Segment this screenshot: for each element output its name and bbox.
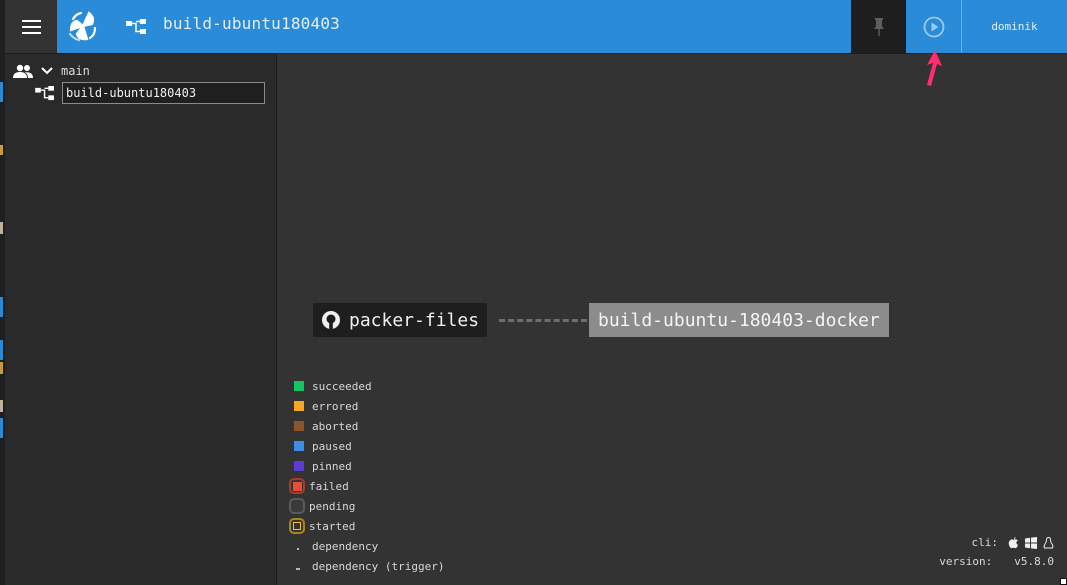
- apple-icon[interactable]: [1008, 536, 1019, 549]
- hamburger-icon: [21, 25, 41, 28]
- resource-name: packer-files: [349, 309, 480, 331]
- legend-item: errored: [292, 396, 444, 416]
- version-value: v5.8.0: [1014, 555, 1054, 568]
- pin-button[interactable]: [851, 0, 906, 53]
- legend-item: dependency (trigger): [292, 556, 444, 576]
- team-name: main: [61, 64, 90, 78]
- version-label: version:: [939, 555, 993, 568]
- user-menu[interactable]: dominik: [962, 0, 1067, 53]
- pipeline-icon: [35, 85, 54, 100]
- started-swatch: [289, 518, 305, 534]
- job-name: build-ubuntu-180403-docker: [598, 309, 880, 331]
- concourse-logo[interactable]: [65, 8, 101, 44]
- legend-item: pinned: [292, 456, 444, 476]
- paused-swatch: [294, 441, 304, 451]
- pipeline-icon: [126, 19, 146, 34]
- legend-item: pending: [289, 496, 444, 516]
- team-icon: [13, 64, 33, 78]
- succeeded-swatch: [294, 381, 304, 391]
- windows-icon[interactable]: [1025, 536, 1037, 549]
- pinned-swatch: [294, 461, 304, 471]
- pin-icon: [873, 17, 884, 36]
- chevron-down-icon[interactable]: [41, 67, 53, 75]
- legend-item: dependency: [292, 536, 444, 556]
- sidebar: main build-ubuntu180403: [5, 54, 277, 585]
- aborted-swatch: [294, 421, 304, 431]
- legend-item: paused: [292, 436, 444, 456]
- legend-item: started: [289, 516, 444, 536]
- legend-item: aborted: [292, 416, 444, 436]
- dependency-edge: [499, 319, 587, 322]
- dependency-swatch: [294, 541, 304, 551]
- sidebar-team-main[interactable]: main: [13, 62, 90, 80]
- top-bar: build-ubuntu180403 dominik: [5, 0, 1067, 54]
- footer-info: cli: version: v5.8.0: [939, 533, 1054, 571]
- pipeline-title: build-ubuntu180403: [163, 14, 340, 33]
- menu-button[interactable]: [5, 0, 57, 53]
- trigger-play-button[interactable]: [906, 0, 962, 53]
- legend: succeeded errored aborted paused pinned …: [289, 376, 444, 576]
- legend-item: succeeded: [292, 376, 444, 396]
- dependency-trigger-swatch: [294, 561, 304, 571]
- legend-item: failed: [289, 476, 444, 496]
- cli-label: cli:: [971, 536, 999, 549]
- sidebar-item-pipeline[interactable]: build-ubuntu180403: [35, 82, 265, 104]
- sidebar-pipeline-name: build-ubuntu180403: [62, 82, 265, 104]
- failed-swatch: [289, 478, 305, 494]
- errored-swatch: [294, 401, 304, 411]
- github-icon: [322, 311, 340, 329]
- play-circle-icon: [923, 16, 944, 37]
- window-resize-handle[interactable]: [1060, 578, 1067, 585]
- linux-icon[interactable]: [1043, 536, 1054, 549]
- pending-swatch: [289, 498, 305, 514]
- job-node[interactable]: build-ubuntu-180403-docker: [589, 303, 889, 337]
- pipeline-graph: packer-files build-ubuntu-180403-docker …: [277, 54, 1067, 585]
- resource-node[interactable]: packer-files: [313, 303, 488, 337]
